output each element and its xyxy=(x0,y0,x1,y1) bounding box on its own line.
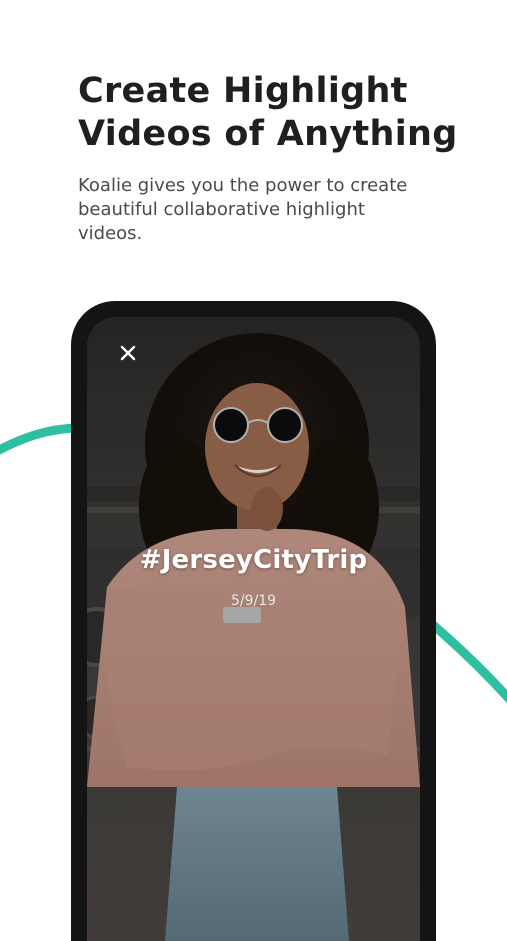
highlight-photo xyxy=(87,317,420,941)
close-icon xyxy=(120,345,136,361)
highlight-date: 5/9/19 xyxy=(230,593,277,609)
phone-screen: #JerseyCityTrip 5/9/19 xyxy=(87,317,420,941)
subtitle-line-3: videos. xyxy=(78,223,143,244)
headline-line-1: Create Highlight xyxy=(78,71,408,111)
highlight-title: #JerseyCityTrip xyxy=(139,545,368,575)
headline-line-2: Videos of Anything xyxy=(78,114,458,154)
subtitle-line-2: beautiful collaborative highlight xyxy=(78,199,365,220)
page-subtitle: Koalie gives you the power to create bea… xyxy=(78,174,438,246)
subtitle-line-1: Koalie gives you the power to create xyxy=(78,175,408,196)
page-headline: Create Highlight Videos of Anything xyxy=(78,70,498,156)
close-button[interactable] xyxy=(116,341,140,365)
phone-mockup: #JerseyCityTrip 5/9/19 xyxy=(71,301,436,941)
